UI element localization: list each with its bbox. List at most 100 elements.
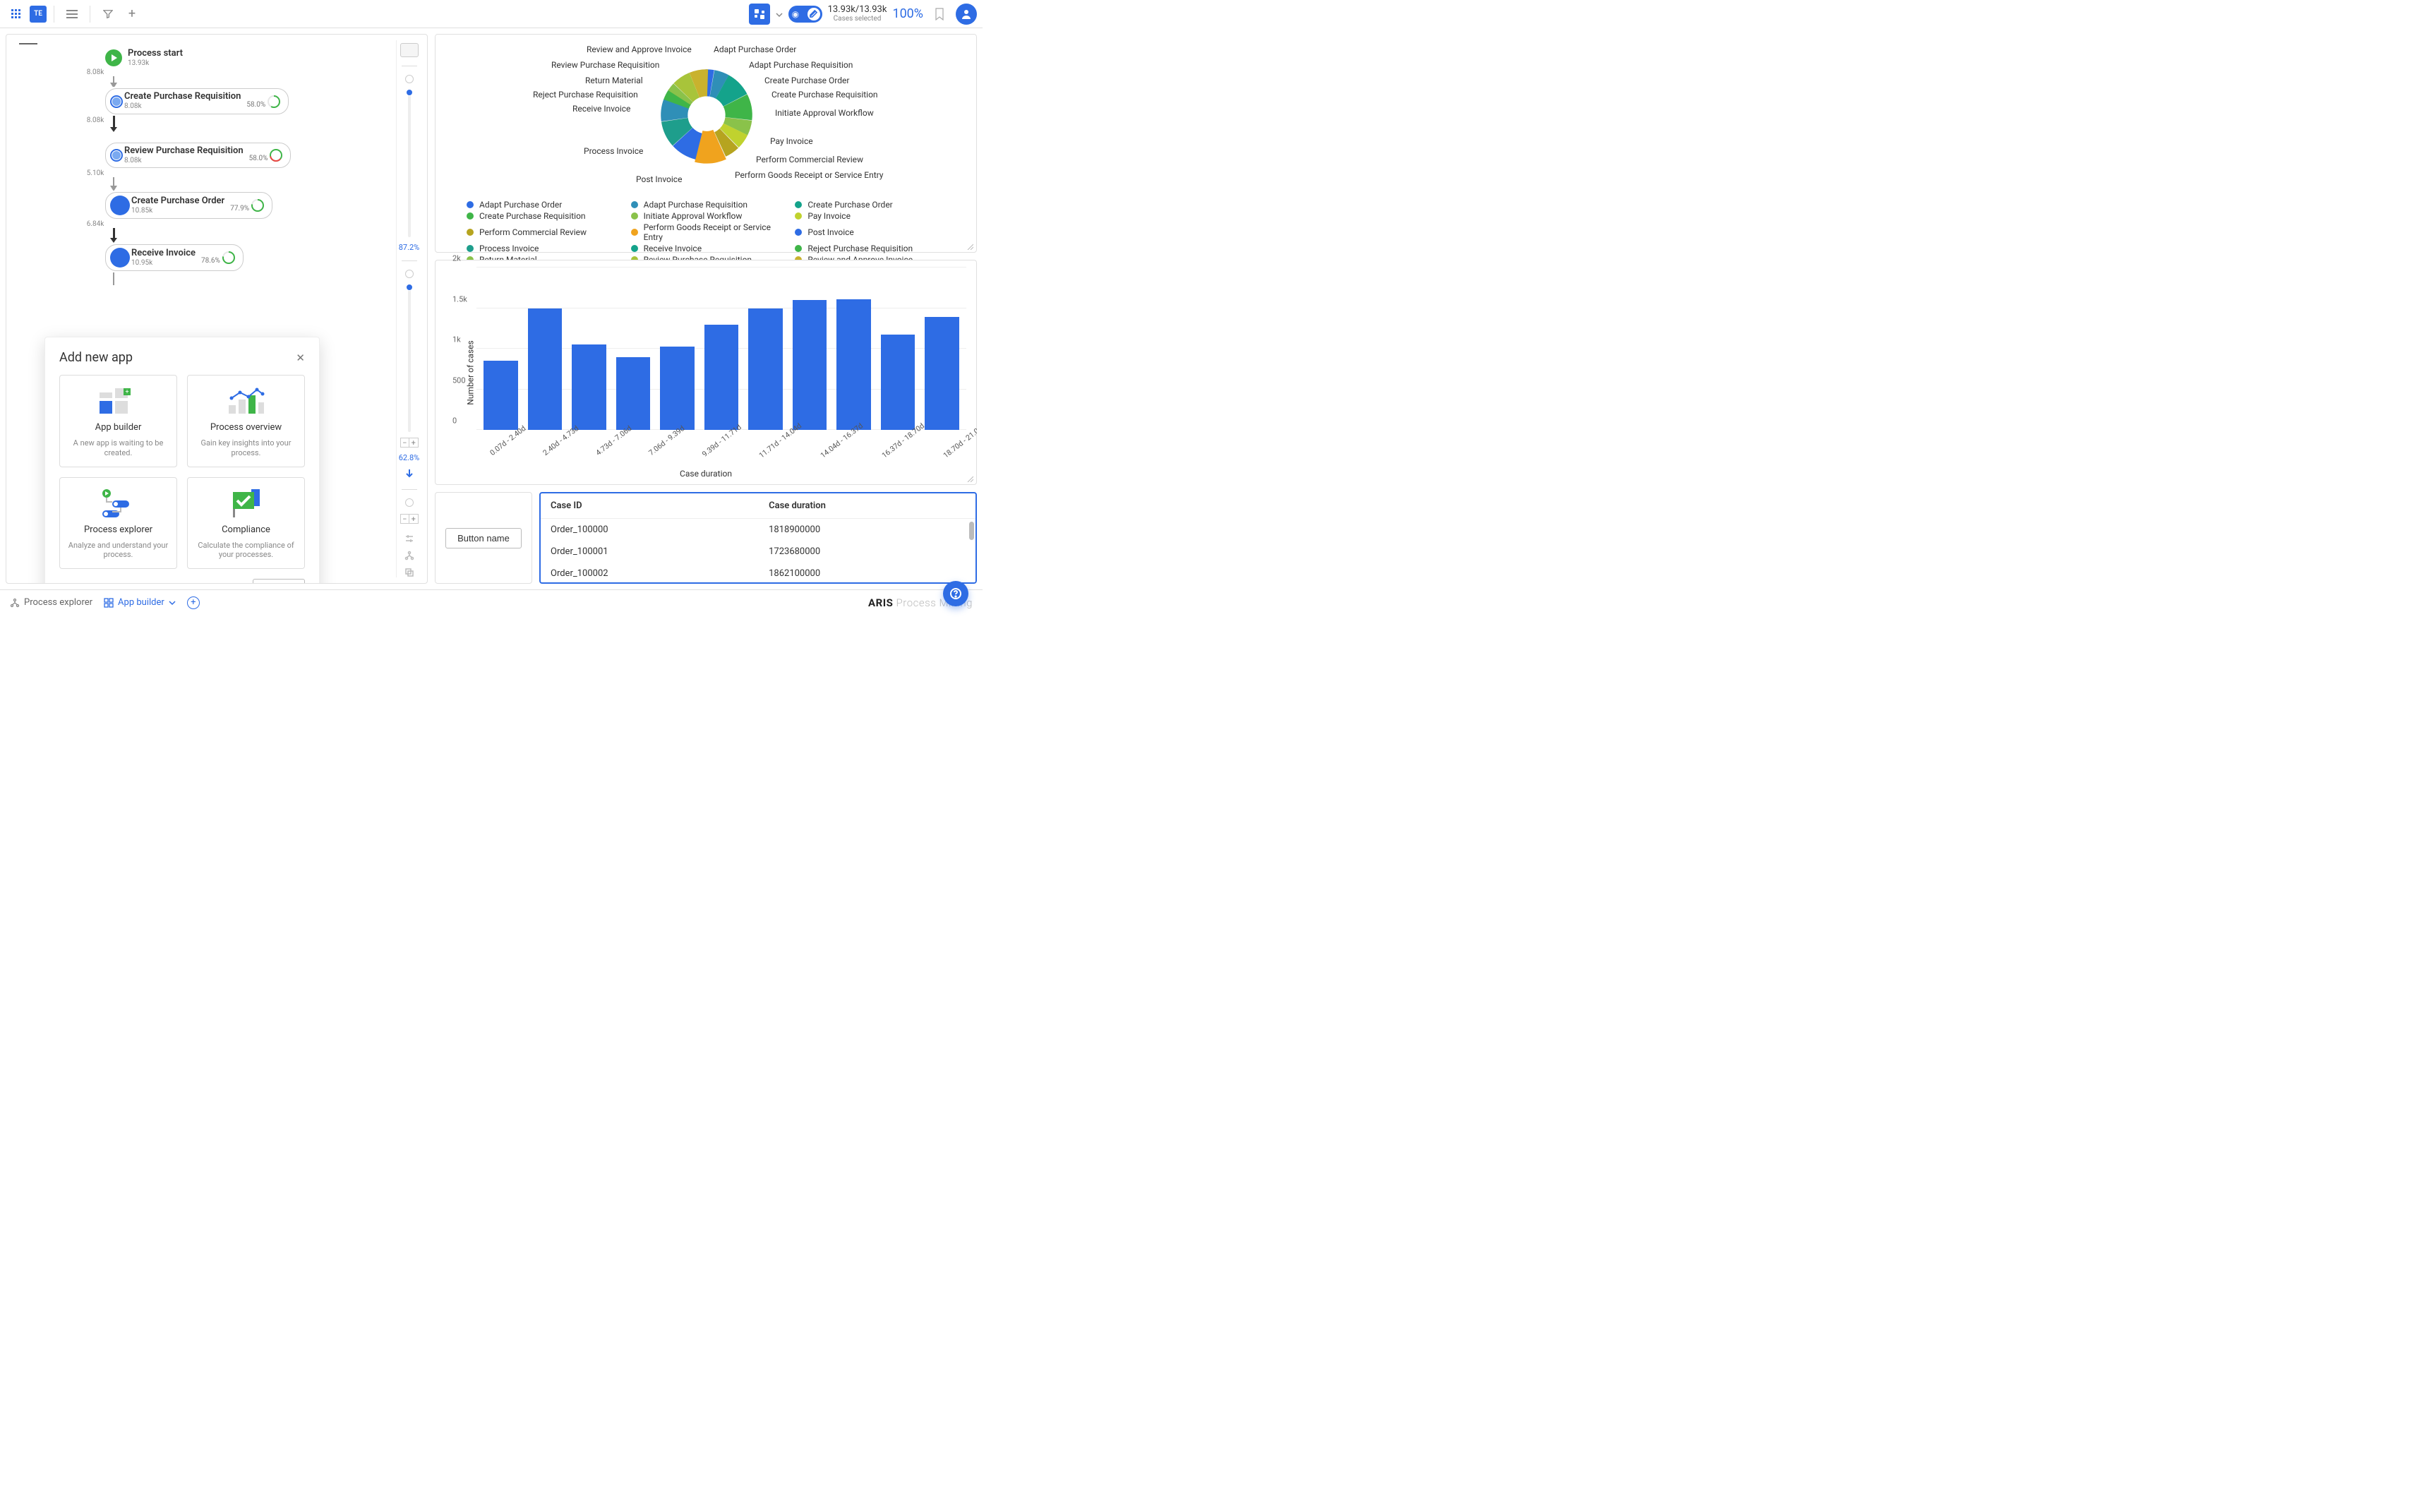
bar[interactable]: [660, 347, 695, 430]
rail-end-icon[interactable]: [405, 270, 414, 278]
flow-node-start[interactable]: Process start 13.93k: [105, 49, 413, 67]
flow-node[interactable]: Create Purchase Order 10.85k 77.9%: [105, 192, 413, 219]
donut-label: Post Invoice: [636, 174, 682, 184]
node-title: Create Purchase Order: [131, 196, 224, 207]
donut-label: Adapt Purchase Order: [714, 44, 796, 54]
edit-mode-toggle[interactable]: ◉: [788, 6, 822, 23]
table-header[interactable]: Case ID: [541, 493, 759, 519]
resize-handle-icon[interactable]: [966, 242, 973, 249]
process-flow-panel: Process start 13.93k 8.08k Create Purcha…: [6, 34, 428, 584]
node-pct: 58.0%: [249, 155, 268, 162]
bar[interactable]: [484, 361, 518, 430]
variant-rail: 87.2% −+ 62.8% −+: [396, 40, 421, 577]
apps-grid-icon[interactable]: [6, 4, 27, 25]
hierarchy-icon[interactable]: [404, 551, 414, 560]
dashboard-icon: [104, 598, 114, 608]
legend-dot-icon: [631, 245, 638, 252]
add-icon[interactable]: +: [121, 4, 143, 25]
dialog-title: Add new app: [59, 350, 305, 365]
bar[interactable]: [881, 335, 915, 430]
cell-case-duration: 1723680000: [759, 541, 975, 563]
dashboard-icon[interactable]: [749, 4, 770, 25]
button-panel: Button name: [435, 492, 532, 584]
arrow-down-icon[interactable]: [404, 468, 414, 481]
bar-xlabel: Case duration: [445, 469, 966, 479]
legend-item[interactable]: Adapt Purchase Order: [467, 200, 617, 210]
bar-chart[interactable]: 0 500 1k 1.5k 2k: [476, 268, 966, 430]
bookmark-icon[interactable]: [929, 4, 950, 25]
card-process-explorer[interactable]: Process explorer Analyze and understand …: [59, 477, 177, 570]
settings-sliders-icon[interactable]: [404, 534, 414, 544]
help-fab[interactable]: [943, 581, 968, 606]
user-avatar[interactable]: [956, 4, 977, 25]
cases-table-panel[interactable]: Case ID Case duration Order_100000181890…: [539, 492, 977, 584]
cell-case-id: Order_100002: [541, 563, 759, 584]
node-title: Review Purchase Requisition: [124, 146, 244, 157]
node-count: 10.85k: [131, 207, 224, 215]
rail-pct-connections: 62.8%: [399, 453, 420, 462]
table-row[interactable]: Order_1000011723680000: [541, 541, 975, 563]
legend-item[interactable]: Process Invoice: [467, 244, 617, 253]
custom-button[interactable]: Button name: [445, 528, 522, 548]
bar[interactable]: [925, 317, 959, 430]
card-app-builder[interactable]: + App builder A new app is waiting to be…: [59, 375, 177, 467]
bar[interactable]: [616, 357, 651, 431]
menu-icon[interactable]: [61, 4, 83, 25]
donut-label: Review Purchase Requisition: [551, 60, 650, 70]
bar[interactable]: [836, 299, 871, 430]
cancel-button[interactable]: Cancel: [253, 579, 305, 584]
donut-label: Return Material: [585, 76, 643, 85]
legend-item[interactable]: Receive Invoice: [631, 244, 781, 253]
legend-dot-icon: [631, 212, 638, 220]
flow-node[interactable]: Create Purchase Requisition 8.08k 58.0%: [105, 88, 413, 114]
table-header[interactable]: Case duration: [759, 493, 975, 519]
tab-process-explorer[interactable]: Process explorer: [10, 597, 92, 608]
card-compliance[interactable]: Compliance Calculate the compliance of y…: [187, 477, 305, 570]
card-title: App builder: [95, 422, 142, 433]
layers-icon[interactable]: [404, 568, 414, 577]
bar[interactable]: [704, 325, 739, 431]
zoom-stepper[interactable]: −+: [400, 514, 419, 524]
legend-item[interactable]: Perform Commercial Review: [467, 222, 617, 242]
legend-item[interactable]: Perform Goods Receipt or Service Entry: [631, 222, 781, 242]
collapse-icon[interactable]: [19, 43, 37, 46]
flow-node[interactable]: Review Purchase Requisition 8.08k 58.0%: [105, 143, 413, 168]
activities-slider[interactable]: [408, 89, 411, 237]
legend-item[interactable]: Create Purchase Requisition: [467, 211, 617, 221]
legend-item[interactable]: Initiate Approval Workflow: [631, 211, 781, 221]
close-icon[interactable]: ✕: [296, 352, 305, 364]
donut-chart[interactable]: [650, 59, 763, 172]
bar[interactable]: [748, 308, 783, 431]
view-dropdown[interactable]: [776, 11, 783, 18]
legend-item[interactable]: Create Purchase Order: [795, 200, 945, 210]
rail-end-icon[interactable]: [405, 75, 414, 83]
bar[interactable]: [793, 300, 827, 430]
table-row[interactable]: Order_1000021862100000: [541, 563, 975, 584]
filter-icon[interactable]: [97, 4, 119, 25]
legend-item[interactable]: Post Invoice: [795, 222, 945, 242]
project-badge[interactable]: TE: [30, 6, 47, 23]
resize-handle-icon[interactable]: [966, 474, 973, 481]
bar[interactable]: [572, 344, 606, 430]
donut-label: Adapt Purchase Requisition: [749, 60, 853, 70]
card-title: Process explorer: [84, 524, 152, 535]
legend-dot-icon: [467, 201, 474, 208]
tab-app-builder[interactable]: App builder: [104, 597, 176, 608]
legend-label: Perform Goods Receipt or Service Entry: [644, 222, 781, 242]
legend-label: Perform Commercial Review: [479, 227, 587, 237]
legend-item[interactable]: Adapt Purchase Requisition: [631, 200, 781, 210]
connections-slider[interactable]: [408, 284, 411, 432]
bar[interactable]: [528, 308, 563, 431]
table-row[interactable]: Order_1000001818900000: [541, 519, 975, 541]
zoom-stepper[interactable]: −+: [400, 438, 419, 448]
add-app-button[interactable]: +: [187, 596, 200, 609]
legend-item[interactable]: Pay Invoice: [795, 211, 945, 221]
legend-item[interactable]: Reject Purchase Requisition: [795, 244, 945, 253]
scrollbar-thumb[interactable]: [969, 522, 974, 540]
card-process-overview[interactable]: Process overview Gain key insights into …: [187, 375, 305, 467]
rail-end-icon[interactable]: [405, 498, 414, 507]
flow-node[interactable]: Receive Invoice 10.95k 78.6%: [105, 244, 413, 271]
rail-view-icon[interactable]: [400, 43, 419, 57]
donut-label: Pay Invoice: [770, 136, 813, 146]
case-percent: 100%: [892, 6, 923, 21]
